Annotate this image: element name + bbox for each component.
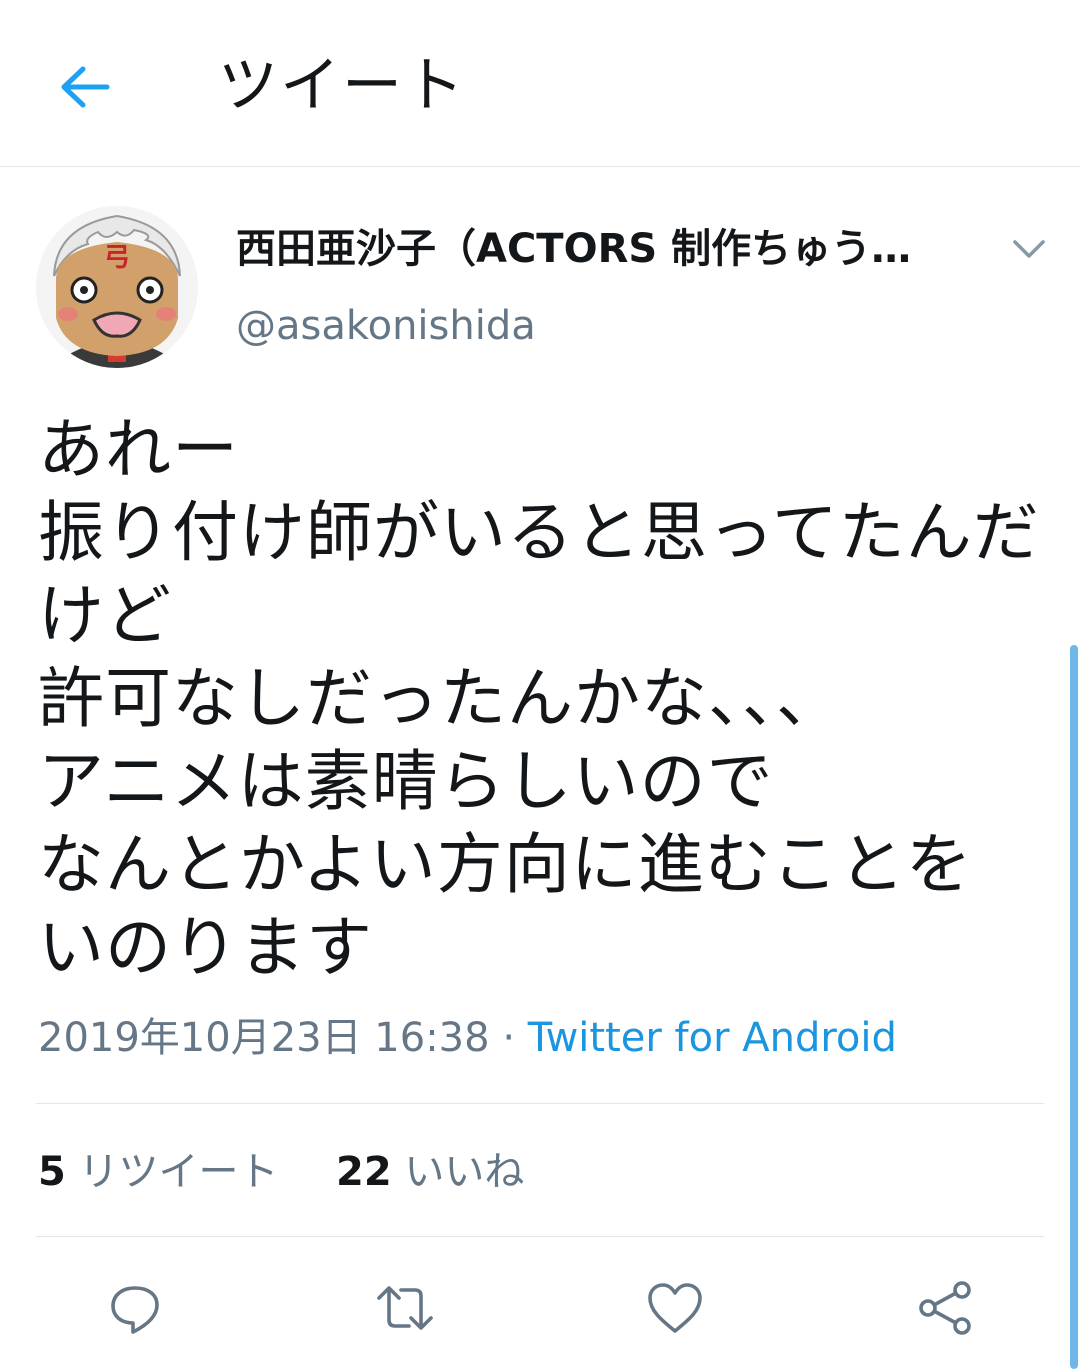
tweet-line: けど	[38, 577, 172, 654]
share-icon	[919, 1281, 971, 1335]
chevron-down-icon	[1013, 240, 1045, 258]
reply-icon	[111, 1286, 159, 1334]
retweet-button[interactable]	[375, 1278, 435, 1338]
tweet-line: いのります	[38, 909, 373, 986]
tweet-source-link[interactable]: Twitter for Android	[528, 1015, 897, 1061]
avatar-illustration: 弓	[36, 206, 198, 368]
tweet-line: あれー	[38, 411, 239, 488]
tweet-text: あれー 振り付け師がいると思ってたんだ けど 許可なしだったんかな、、、 アニメ…	[38, 408, 1058, 989]
tweet-meta: 2019年10月23日 16:38 · Twitter for Android	[38, 1010, 897, 1066]
scrollbar[interactable]	[1070, 645, 1078, 1369]
retweet-count-link[interactable]: 5 リツイート	[38, 1149, 291, 1195]
retweet-count: 5	[38, 1149, 66, 1195]
back-button[interactable]	[50, 52, 120, 122]
retweet-label: リツイート	[78, 1149, 279, 1195]
author-handle[interactable]: @asakonishida	[236, 300, 536, 352]
tweet-line: なんとかよい方向に進むことを	[38, 826, 973, 903]
like-label: いいね	[404, 1149, 525, 1195]
divider	[36, 1236, 1044, 1237]
tweet-line: 振り付け師がいると思ってたんだ	[38, 494, 1040, 571]
like-button[interactable]	[645, 1278, 705, 1338]
tweet-line: アニメは素晴らしいので	[38, 743, 774, 820]
page-title: ツイート	[218, 51, 466, 121]
tweet-detail-screen: ツイート 弓 西田亜沙子（ACTORS 制作ちゅう… @asakonishida…	[0, 0, 1080, 1369]
meta-separator: ·	[502, 1015, 516, 1061]
top-app-bar: ツイート	[0, 0, 1080, 167]
like-count-link[interactable]: 22 いいね	[336, 1149, 524, 1195]
divider	[36, 1103, 1044, 1104]
svg-text:弓: 弓	[104, 243, 130, 273]
avatar[interactable]: 弓	[36, 206, 198, 368]
retweet-icon	[377, 1286, 433, 1330]
tweet-menu-button[interactable]	[1006, 226, 1052, 272]
tweet-line: 許可なしだったんかな、、、	[38, 660, 843, 737]
share-button[interactable]	[915, 1278, 975, 1338]
tweet-stats: 5 リツイート 22 いいね	[38, 1144, 524, 1200]
author-display-name[interactable]: 西田亜沙子（ACTORS 制作ちゅう…	[236, 221, 976, 277]
arrow-left-icon	[61, 66, 110, 108]
like-count: 22	[336, 1149, 392, 1195]
like-icon	[648, 1283, 702, 1333]
tweet-timestamp: 2019年10月23日 16:38	[38, 1015, 490, 1061]
reply-button[interactable]	[105, 1278, 165, 1338]
